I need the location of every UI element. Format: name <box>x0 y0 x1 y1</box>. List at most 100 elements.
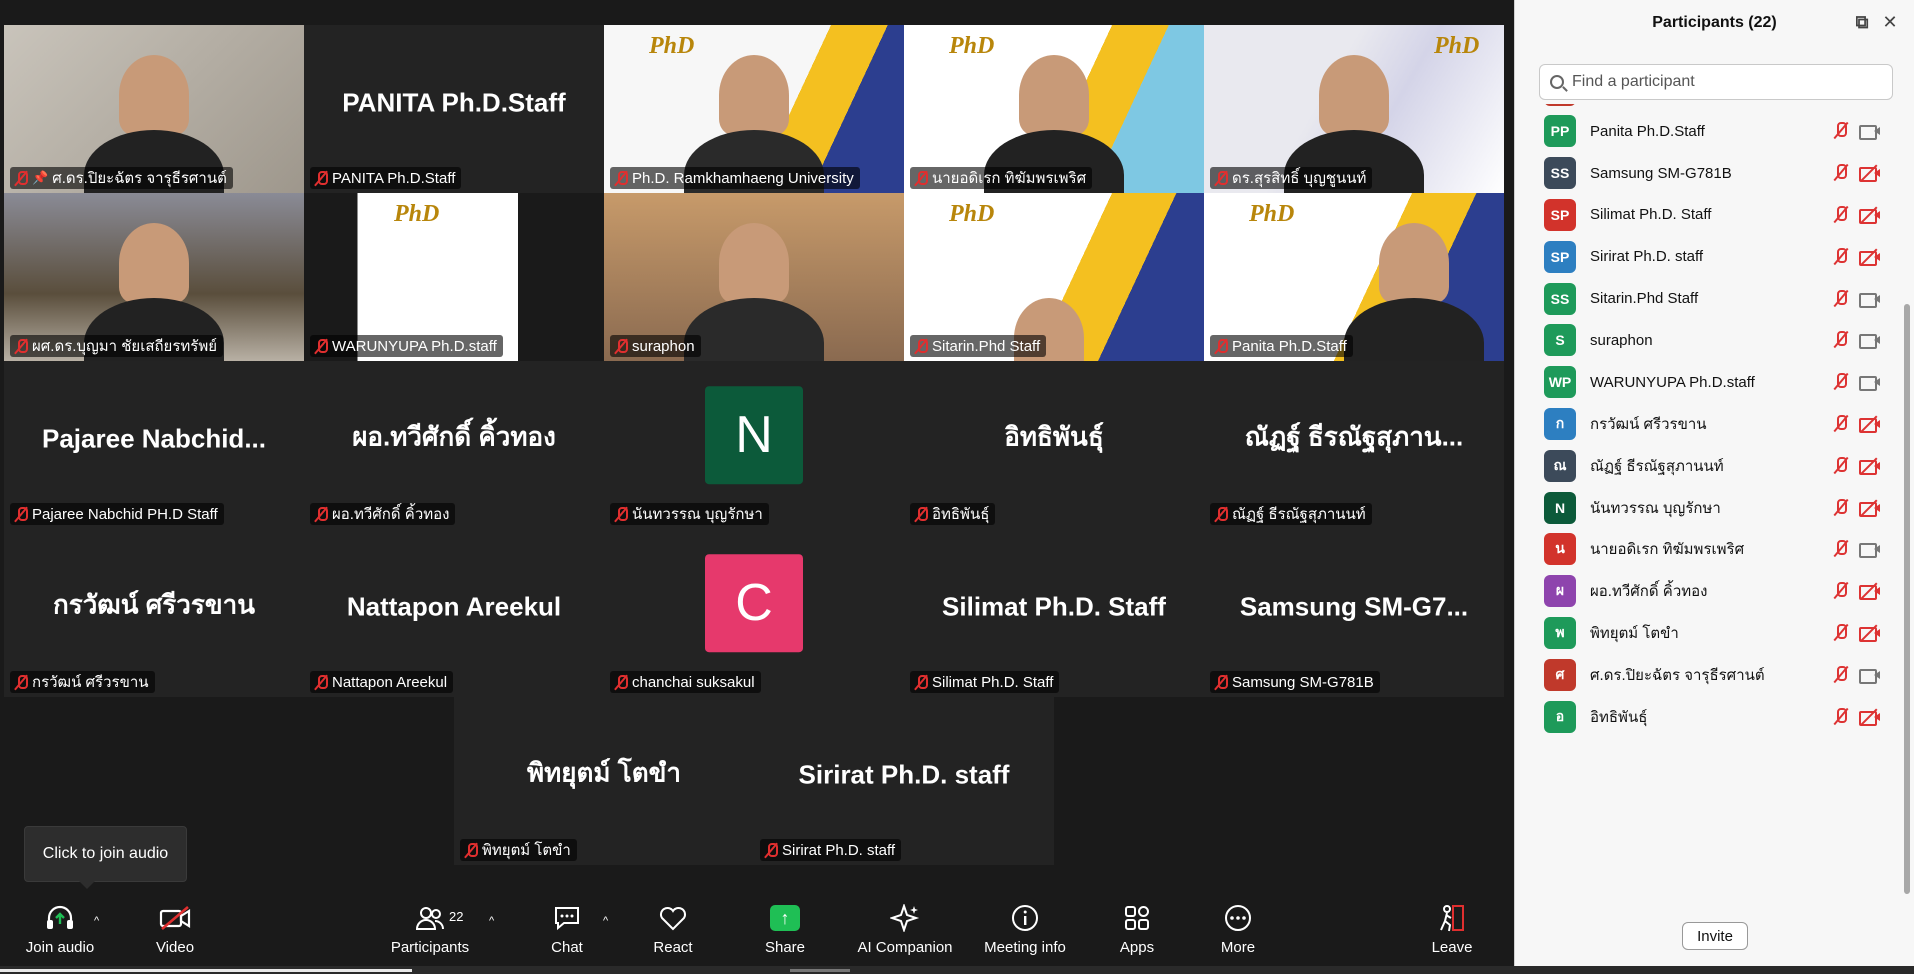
mic-muted-icon <box>14 674 28 690</box>
participant-name-label: ผอ.ทวีศักดิ์ คิ้วทอง <box>332 506 450 523</box>
more-button[interactable]: More <box>1208 895 1268 966</box>
apps-label: Apps <box>1119 939 1155 956</box>
mic-muted-icon <box>1832 623 1850 642</box>
share-button[interactable]: ↑ Share <box>750 895 820 966</box>
close-icon[interactable]: ✕ <box>1881 13 1899 31</box>
leave-icon <box>1434 901 1470 935</box>
participant-name: suraphon <box>1590 331 1653 349</box>
mic-muted-icon <box>914 674 928 690</box>
video-tile-11[interactable]: Pajaree Nabchid... Pajaree Nabchid PH.D S… <box>4 361 304 529</box>
name-tag: WARUNYUPA Ph.D.staff <box>310 335 503 357</box>
video-off-icon <box>1859 499 1881 517</box>
name-tag: อิทธิพันธุ์ <box>910 503 996 525</box>
name-tag: ดร.สุรสิทธิ์ บุญชูนนท์ <box>1210 167 1373 189</box>
participants-options-caret-icon[interactable]: ^ <box>489 915 494 927</box>
mic-muted-icon <box>1832 582 1850 600</box>
participants-button[interactable]: Participants <box>380 895 480 966</box>
video-tile-10[interactable]: PhD Panita Ph.D.Staff <box>1204 193 1504 361</box>
apps-button[interactable]: Apps <box>1107 895 1167 966</box>
apps-icon <box>1119 901 1155 935</box>
participant-avatar: SS <box>1544 282 1576 315</box>
display-name: Nattapon Areekul <box>346 591 562 622</box>
ai-companion-button[interactable]: AI Companion <box>850 895 960 966</box>
audio-options-caret-icon[interactable]: ^ <box>94 915 99 927</box>
participant-search-input[interactable] <box>1572 73 1872 91</box>
video-tile-6[interactable]: ผศ.ดร.บุญมา ชัยเสถียรทรัพย์ <box>4 193 304 361</box>
leave-button[interactable]: Leave <box>1422 895 1482 966</box>
participant-name-label: WARUNYUPA Ph.D.staff <box>332 337 497 355</box>
display-name: Sirirat Ph.D. staff <box>798 759 1010 790</box>
participants-panel-header: Participants (22) ⧉ ✕ <box>1515 0 1914 46</box>
display-name: ณัฏฐ์ ธีรณัฐสุภาน... <box>1244 421 1464 452</box>
share-screen-icon: ↑ <box>767 901 803 935</box>
video-tile-22[interactable]: Sirirat Ph.D. staff Sirirat Ph.D. staff <box>754 697 1054 865</box>
video-tile-15[interactable]: ณัฏฐ์ ธีรณัฐสุภาน... ณัฏฐ์ ธีรณัฐสุภานนท์ <box>1204 361 1504 529</box>
video-tile-3[interactable]: PhD Ph.D. Ramkhamhaeng University <box>604 25 904 193</box>
mic-muted-icon <box>1832 665 1850 684</box>
participant-avatar: พ <box>1544 616 1576 649</box>
video-tile-21[interactable]: พิทยุตม์ โตขำ พิทยุตม์ โตขำ <box>454 697 754 865</box>
participants-panel-title: Participants (22) <box>1652 14 1777 31</box>
participant-name: Sirirat Ph.D. staff <box>1590 248 1704 266</box>
participant-avatar: N <box>1544 491 1576 524</box>
video-tile-12[interactable]: ผอ.ทวีศักดิ์ คิ้วทอง ผอ.ทวีศักดิ์ คิ้วทอง <box>304 361 604 529</box>
participant-name: ณัฏฐ์ ธีรณัฐสุภานนท์ <box>1590 457 1724 475</box>
join-audio-button[interactable]: Join audio <box>20 895 100 966</box>
video-tile-5[interactable]: PhD ดร.สุรสิทธิ์ บุญชูนนท์ <box>1204 25 1504 193</box>
name-tag: Sitarin.Phd Staff <box>910 335 1047 357</box>
name-tag: Sirirat Ph.D. staff <box>760 839 902 861</box>
participant-avatar: ศ <box>1544 658 1576 691</box>
chat-options-caret-icon[interactable]: ^ <box>603 915 608 927</box>
video-button[interactable]: Video <box>140 895 210 966</box>
participant-list-scrollbar[interactable] <box>1903 104 1911 904</box>
heart-icon <box>655 901 691 935</box>
scrollbar-thumb[interactable] <box>1904 304 1910 894</box>
mic-muted-icon <box>314 674 328 690</box>
person-silhouette <box>719 55 789 135</box>
participant-name: Panita Ph.D.Staff <box>1590 122 1705 140</box>
participant-row[interactable]: อ อิทธิพันธุ์ <box>1515 691 1903 742</box>
video-tile-13[interactable]: N นันทวรรณ บุญรักษา <box>604 361 904 529</box>
name-tag: Nattapon Areekul <box>310 671 454 693</box>
video-tile-16[interactable]: กรวัฒน์ ศรีวรขาน กรวัฒน์ ศรีวรขาน <box>4 529 304 697</box>
mic-muted-icon <box>1832 205 1850 224</box>
participant-avatar: PP <box>1544 115 1576 148</box>
video-tile-20[interactable]: Samsung SM-G7... Samsung SM-G781B <box>1204 529 1504 697</box>
participant-name-label: Sitarin.Phd Staff <box>932 337 1041 355</box>
participants-count: 22 <box>449 909 464 924</box>
participant-name: พิทยุตม์ โตขำ <box>1590 624 1679 642</box>
chat-button[interactable]: Chat <box>537 895 597 966</box>
participant-name: Silimat Ph.D. Staff <box>1590 206 1712 224</box>
video-tile-17[interactable]: Nattapon Areekul Nattapon Areekul <box>304 529 604 697</box>
video-tile-7[interactable]: PhD WARUNYUPA Ph.D.staff <box>304 193 518 361</box>
participants-label: Participants <box>390 939 470 956</box>
video-tile-18[interactable]: Cchanchai suksakul <box>604 529 904 697</box>
video-tile-19[interactable]: Silimat Ph.D. Staff Silimat Ph.D. Staff <box>904 529 1204 697</box>
video-tile-4[interactable]: PhD นายอดิเรก ทิฆัมพรเพริศ <box>904 25 1204 193</box>
mic-muted-icon <box>14 338 28 354</box>
participant-name-label: Panita Ph.D.Staff <box>1232 337 1347 355</box>
meeting-info-button[interactable]: Meeting info <box>975 895 1075 966</box>
invite-button[interactable]: Invite <box>1682 922 1748 950</box>
avatar: N <box>705 386 803 485</box>
mic-muted-icon <box>764 842 778 858</box>
react-button[interactable]: React <box>638 895 708 966</box>
mic-muted-icon <box>1832 498 1850 517</box>
video-tile-8[interactable]: suraphon <box>604 193 904 361</box>
video-tile-9[interactable]: PhD Sitarin.Phd Staff <box>904 193 1204 361</box>
participant-name-label: นันทวรรณ บุญรักษา <box>632 506 763 523</box>
participant-avatar: น <box>1544 533 1576 566</box>
person-silhouette <box>119 55 189 135</box>
participant-search[interactable] <box>1539 64 1893 100</box>
mic-muted-icon <box>614 506 628 522</box>
pop-out-icon[interactable]: ⧉ <box>1853 13 1871 31</box>
participant-name-label: Silimat Ph.D. Staff <box>932 673 1054 691</box>
participant-name: Sitarin.Phd Staff <box>1590 290 1699 307</box>
video-tile-14[interactable]: อิทธิพันธุ์ อิทธิพันธุ์ <box>904 361 1204 529</box>
participant-name-label: ศ.ดร.ปิยะฉัตร จารุธีรศานต์ <box>52 170 227 187</box>
person-silhouette <box>1379 223 1449 303</box>
share-label: Share <box>764 939 806 956</box>
video-tile-1[interactable]: 📌 ศ.ดร.ปิยะฉัตร จารุธีรศานต์ <box>4 25 304 193</box>
video-tile-2[interactable]: PANITA Ph.D.Staff PANITA Ph.D.Staff <box>304 25 604 193</box>
mic-muted-icon <box>1214 506 1228 522</box>
